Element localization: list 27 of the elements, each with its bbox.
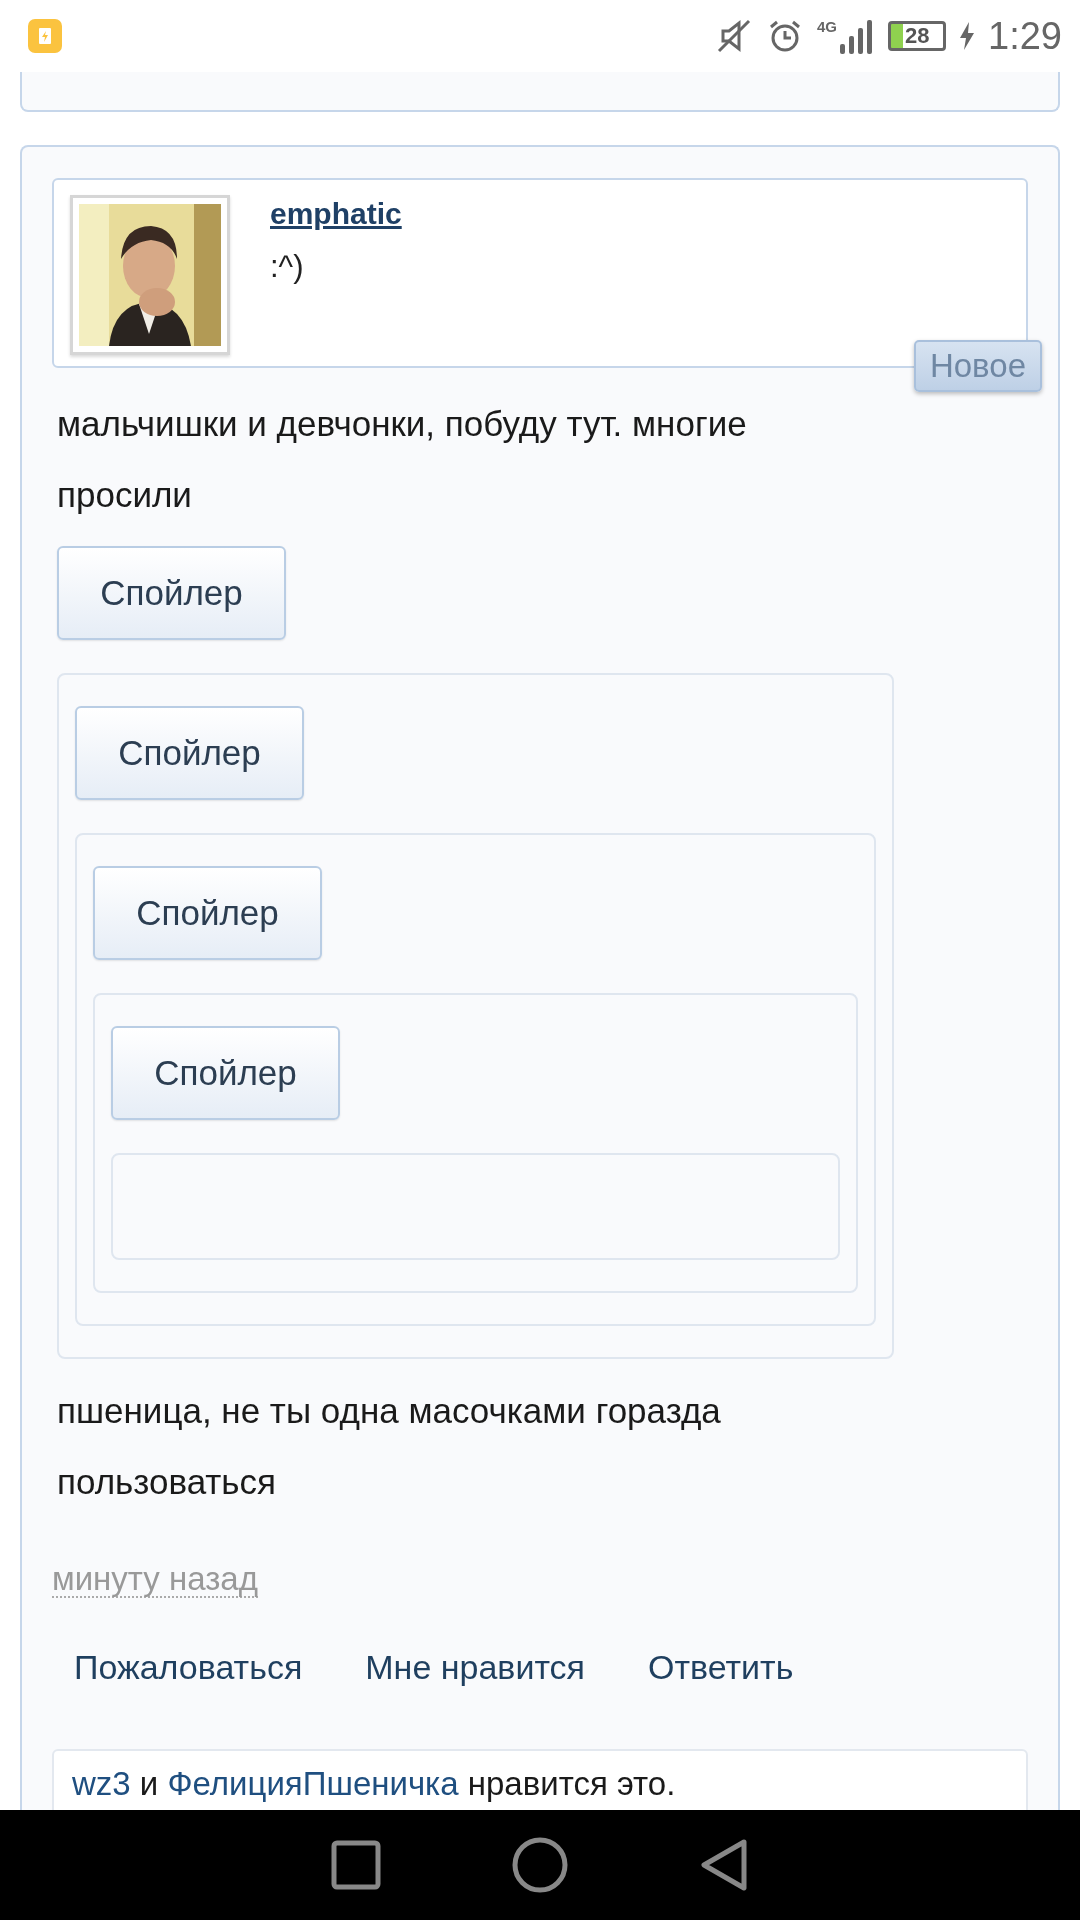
post-action-link[interactable]: Ответить: [648, 1648, 794, 1687]
new-badge: Новое: [913, 340, 1042, 392]
spoiler-button[interactable]: Спойлер: [111, 1026, 340, 1120]
alarm-icon: [767, 18, 803, 54]
home-icon[interactable]: [511, 1836, 569, 1894]
mute-icon: [715, 17, 753, 55]
post-text: мальчишки и девчонки, побуду тут. многие просили: [57, 403, 748, 516]
battery-percent: 28: [905, 25, 930, 47]
recent-apps-icon[interactable]: [331, 1840, 381, 1890]
back-icon[interactable]: [699, 1838, 749, 1892]
spoiler-button[interactable]: Спойлер: [93, 866, 322, 960]
author-status: :^): [270, 249, 305, 285]
likes-joiner: и: [138, 1765, 160, 1802]
spoiler-button[interactable]: Спойлер: [75, 706, 304, 800]
charging-icon: [960, 22, 975, 50]
battery-app-icon: [28, 19, 62, 53]
user-link[interactable]: wz3: [72, 1765, 131, 1802]
network-label: 4G: [817, 18, 838, 35]
post-action-link[interactable]: Мне нравится: [365, 1648, 585, 1687]
author-name-link[interactable]: emphatic: [270, 197, 402, 231]
clock: 1:29: [988, 14, 1062, 58]
signal-icon: [840, 18, 875, 54]
likes-text: нравится это.: [466, 1765, 676, 1802]
user-link[interactable]: ФелицияПшеничка: [167, 1765, 459, 1802]
post-text: пшеница, не ты одна масочками горазда пользоваться: [57, 1390, 722, 1503]
spoiler-button[interactable]: Спойлер: [57, 546, 286, 640]
post-action-link[interactable]: Пожаловаться: [74, 1648, 303, 1687]
